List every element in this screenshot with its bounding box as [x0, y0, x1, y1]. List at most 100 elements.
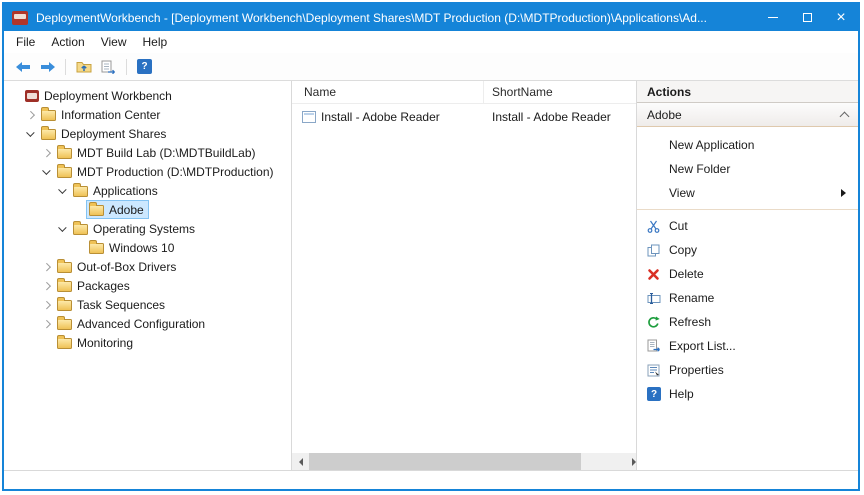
menu-bar: File Action View Help [4, 31, 858, 53]
menu-help[interactable]: Help [135, 31, 176, 53]
folder-icon [57, 338, 72, 349]
folder-icon [41, 129, 56, 140]
action-refresh[interactable]: Refresh [637, 310, 858, 334]
delete-icon [647, 266, 669, 282]
action-label: New Application [669, 138, 754, 152]
action-new-folder[interactable]: New Folder [637, 157, 858, 181]
tree-item-applications[interactable]: Applications [4, 181, 291, 200]
tree-item-mdt-build-lab[interactable]: MDT Build Lab (D:\MDTBuildLab) [4, 143, 291, 162]
tree-item-deployment-workbench[interactable]: Deployment Workbench [4, 86, 291, 105]
horizontal-scrollbar[interactable] [292, 453, 636, 470]
action-copy[interactable]: Copy [637, 238, 858, 262]
action-cut[interactable]: Cut [637, 214, 858, 238]
tree-expander-icon[interactable] [41, 146, 54, 159]
folder-icon [73, 186, 88, 197]
tree-item-operating-systems[interactable]: Operating Systems [4, 219, 291, 238]
menu-action[interactable]: Action [43, 31, 92, 53]
list-cell-name: Install - Adobe Reader [321, 110, 440, 124]
console-tree: Deployment Workbench Information Center … [4, 81, 291, 470]
scroll-right-icon [632, 458, 636, 466]
action-rename[interactable]: Rename [637, 286, 858, 310]
action-label: Help [669, 387, 694, 401]
minimize-icon [768, 17, 778, 18]
title-bar[interactable]: DeploymentWorkbench - [Deployment Workbe… [4, 4, 858, 31]
tree-expander-icon[interactable] [57, 184, 70, 197]
action-label: View [669, 186, 695, 200]
tree-item-packages[interactable]: Packages [4, 276, 291, 295]
column-header-shortname[interactable]: ShortName [484, 81, 636, 103]
folder-icon [89, 243, 104, 254]
action-label: Copy [669, 243, 697, 257]
scrollbar-thumb[interactable] [309, 453, 581, 470]
tree-item-label: Information Center [61, 108, 160, 122]
rename-icon [647, 290, 669, 306]
maximize-button[interactable] [790, 4, 824, 31]
list-cell-shortname: Install - Adobe Reader [484, 110, 636, 124]
tree-item-information-center[interactable]: Information Center [4, 105, 291, 124]
toolbar-separator [65, 59, 66, 75]
tree-item-label: Applications [93, 184, 158, 198]
toolbar: ? [4, 53, 858, 81]
tree-expander-icon[interactable] [73, 203, 86, 216]
action-new-application[interactable]: New Application [637, 133, 858, 157]
action-label: Delete [669, 267, 704, 281]
scroll-right-button[interactable] [619, 453, 636, 470]
tree-expander-icon[interactable] [41, 165, 54, 178]
action-view[interactable]: View [637, 181, 858, 205]
action-export-list[interactable]: Export List... [637, 334, 858, 358]
tree-expander-icon[interactable] [57, 222, 70, 235]
folder-icon [57, 281, 72, 292]
close-button[interactable]: × [824, 4, 858, 31]
tree-item-out-of-box-drivers[interactable]: Out-of-Box Drivers [4, 257, 291, 276]
tree-expander-icon[interactable] [41, 260, 54, 273]
back-button[interactable] [12, 56, 33, 77]
tree-item-label: Deployment Workbench [44, 89, 172, 103]
properties-icon [647, 362, 669, 378]
action-properties[interactable]: Properties [637, 358, 858, 382]
up-one-level-button[interactable] [73, 56, 94, 77]
forward-button[interactable] [37, 56, 58, 77]
tree-item-adobe[interactable]: Adobe [4, 200, 291, 219]
tree-expander-icon[interactable] [25, 127, 38, 140]
application-icon [302, 111, 316, 123]
folder-up-icon [76, 60, 92, 73]
tree-expander-icon[interactable] [41, 336, 54, 349]
menu-view[interactable]: View [93, 31, 135, 53]
list-item-install-adobe-reader[interactable]: Install - Adobe Reader Install - Adobe R… [292, 107, 636, 127]
tree-expander-icon[interactable] [9, 89, 22, 102]
column-header-name[interactable]: Name [292, 81, 484, 103]
tree-item-windows-10[interactable]: Windows 10 [4, 238, 291, 257]
collapse-chevron-icon[interactable] [840, 112, 850, 122]
forward-arrow-icon [40, 61, 56, 73]
tree-expander-icon[interactable] [25, 108, 38, 121]
action-label: Rename [669, 291, 714, 305]
minimize-button[interactable] [756, 4, 790, 31]
help-button[interactable]: ? [134, 56, 155, 77]
tree-item-advanced-configuration[interactable]: Advanced Configuration [4, 314, 291, 333]
tree-item-mdt-production[interactable]: MDT Production (D:\MDTProduction) [4, 162, 291, 181]
tree-item-label: Packages [77, 279, 130, 293]
menu-file[interactable]: File [8, 31, 43, 53]
tree-expander-icon[interactable] [41, 298, 54, 311]
tree-item-deployment-shares[interactable]: Deployment Shares [4, 124, 291, 143]
export-list-button[interactable] [98, 56, 119, 77]
submenu-arrow-icon [841, 189, 846, 197]
maximize-icon [803, 13, 812, 22]
tree-item-monitoring[interactable]: Monitoring [4, 333, 291, 352]
help-icon: ? [137, 59, 152, 74]
tree-item-label: Advanced Configuration [77, 317, 205, 331]
tree-expander-icon[interactable] [73, 241, 86, 254]
tree-item-label: Operating Systems [93, 222, 195, 236]
tree-item-label: Monitoring [77, 336, 133, 350]
tree-item-label: Out-of-Box Drivers [77, 260, 176, 274]
tree-item-task-sequences[interactable]: Task Sequences [4, 295, 291, 314]
tree-expander-icon[interactable] [41, 279, 54, 292]
actions-group-label: Adobe [647, 108, 841, 122]
actions-group-header-adobe[interactable]: Adobe [637, 103, 858, 127]
tree-expander-icon[interactable] [41, 317, 54, 330]
scroll-left-button[interactable] [292, 453, 309, 470]
action-delete[interactable]: Delete [637, 262, 858, 286]
folder-icon [57, 262, 72, 273]
cut-icon [647, 218, 669, 234]
action-help[interactable]: ? Help [637, 382, 858, 406]
